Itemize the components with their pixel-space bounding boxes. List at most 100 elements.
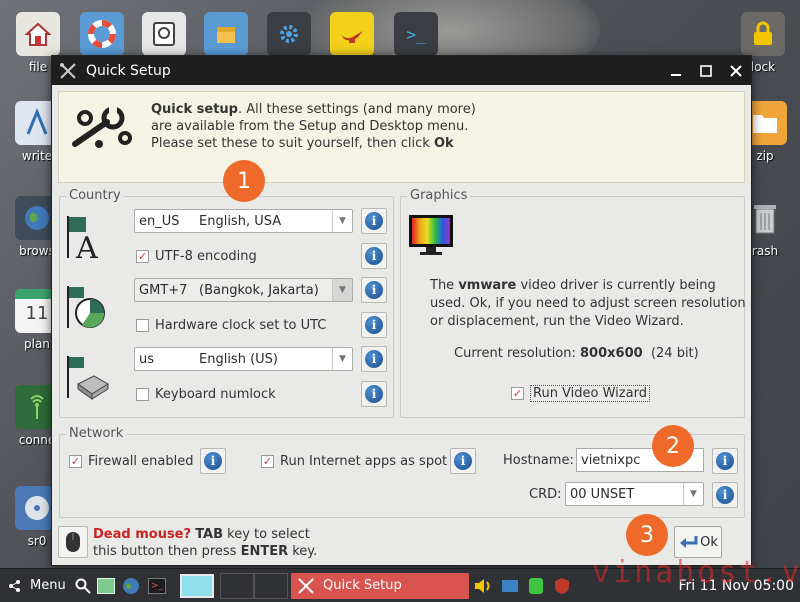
ok-button[interactable]: Ok [674, 526, 722, 558]
intro-panel: Quick setup. All these settings (and man… [58, 91, 745, 183]
storage-button[interactable] [523, 573, 549, 599]
hostname-info-button[interactable]: i [712, 448, 738, 474]
lifebuoy-launcher[interactable] [79, 12, 125, 56]
volume-button[interactable] [469, 573, 497, 599]
lamp-launcher[interactable] [329, 12, 375, 56]
dead-mouse-hint: Dead mouse? TAB key to select this butto… [93, 526, 317, 560]
monitor-icon [408, 214, 454, 255]
annotation-badge-3: 3 [626, 514, 668, 556]
crd-label: CRD: [529, 487, 562, 502]
current-resolution: Current resolution: 800x600 (24 bit) [454, 346, 699, 361]
graphics-legend: Graphics [407, 188, 471, 203]
run-as-spot-label: Run Internet apps as spot [280, 454, 448, 469]
timezone-info-button[interactable]: i [361, 277, 387, 303]
annotation-badge-1: 1 [223, 160, 265, 202]
keyboard-name: English (US) [199, 351, 278, 367]
utf8-checkbox[interactable]: ✓ UTF-8 encoding [136, 249, 257, 264]
run-as-spot-info-button[interactable]: i [450, 448, 476, 474]
hint-line1: key to select [223, 527, 310, 542]
info-icon: i [365, 350, 383, 368]
browser-taskbar-button[interactable] [118, 573, 144, 599]
minimize-button[interactable] [661, 56, 691, 85]
workspace-2[interactable] [220, 572, 254, 599]
terminal-taskbar-button[interactable]: >_ [144, 573, 170, 599]
locale-select[interactable]: en_US English, USA ▼ [134, 209, 353, 233]
tools-icon [298, 577, 314, 594]
info-icon: i [716, 452, 734, 470]
network-status-button[interactable] [497, 573, 523, 599]
hwclock-checkbox-box[interactable] [136, 319, 149, 332]
hwclock-label: Hardware clock set to UTC [155, 318, 327, 333]
settings-launcher[interactable] [266, 12, 312, 56]
close-icon [730, 64, 742, 77]
search-button[interactable] [72, 573, 94, 599]
language-flag-icon: A [64, 214, 110, 266]
hwclock-checkbox[interactable]: Hardware clock set to UTC [136, 318, 326, 333]
timezone-select[interactable]: GMT+7 (Bangkok, Jakarta) ▼ [134, 278, 353, 302]
start-menu-button[interactable]: Menu [0, 573, 72, 599]
enter-key: ENTER [240, 544, 289, 559]
locale-name: English, USA [199, 213, 282, 229]
utf8-info-button[interactable]: i [361, 243, 387, 269]
disk-launcher[interactable] [141, 12, 187, 56]
keyboard-flag-icon [64, 354, 110, 400]
firewall-label: Firewall enabled [88, 454, 194, 469]
chevron-down-icon: ▼ [683, 483, 703, 505]
video-wizard-checkbox-box[interactable]: ✓ [511, 387, 524, 400]
locale-info-button[interactable]: i [361, 208, 387, 234]
terminal-icon: >_ [394, 12, 438, 56]
wrench-icon [71, 104, 135, 154]
mouse-icon [58, 526, 88, 558]
utf8-checkbox-box[interactable]: ✓ [136, 250, 149, 263]
terminal-icon: >_ [148, 577, 166, 594]
annotation-badge-2: 2 [652, 425, 694, 467]
run-as-spot-checkbox[interactable]: ✓ Run Internet apps as spot [261, 454, 447, 469]
numlock-info-button[interactable]: i [361, 381, 387, 407]
hwclock-info-button[interactable]: i [361, 312, 387, 338]
volume-icon [475, 578, 490, 593]
firewall-checkbox-box[interactable]: ✓ [69, 455, 82, 468]
ok-label: Ok [700, 534, 718, 550]
intro-text: Quick setup. All these settings (and man… [151, 101, 481, 152]
video-wizard-checkbox[interactable]: ✓ Run Video Wizard [511, 385, 650, 402]
close-button[interactable] [721, 56, 751, 85]
numlock-checkbox-box[interactable] [136, 388, 149, 401]
intro-bold: Quick setup [151, 102, 238, 117]
firewall-status-button[interactable] [549, 573, 575, 599]
crd-select[interactable]: 00 UNSET ▼ [565, 482, 704, 506]
info-icon: i [365, 247, 383, 265]
keyboard-info-button[interactable]: i [361, 346, 387, 372]
window-titlebar[interactable]: Quick Setup [52, 56, 751, 85]
desktop-show-button[interactable] [94, 573, 118, 599]
network-icon [502, 579, 518, 592]
workspace-1[interactable] [178, 573, 216, 599]
keyboard-select[interactable]: us English (US) ▼ [134, 347, 353, 371]
crd-info-button[interactable]: i [712, 482, 738, 508]
terminal-launcher[interactable]: >_ [393, 12, 439, 56]
keyboard-code: us [139, 351, 155, 367]
workspace-3[interactable] [254, 572, 288, 599]
run-as-spot-checkbox-box[interactable]: ✓ [261, 455, 274, 468]
numlock-checkbox[interactable]: Keyboard numlock [136, 387, 276, 402]
resolution-label: Current resolution: [454, 346, 581, 361]
database-icon [529, 577, 543, 594]
menu-label: Menu [30, 578, 66, 593]
firewall-info-button[interactable]: i [200, 448, 226, 474]
graphics-description: The vmware video driver is currently bei… [430, 277, 750, 331]
timezone-clock-icon [64, 284, 110, 330]
network-legend: Network [66, 426, 127, 441]
hint-line2-post: key. [288, 544, 318, 559]
search-icon [75, 578, 91, 594]
globe-icon [123, 577, 139, 594]
intro-ok: Ok [433, 136, 454, 151]
task-label: Quick Setup [323, 578, 402, 593]
shield-icon [555, 577, 569, 594]
maximize-button[interactable] [691, 56, 721, 85]
enter-arrow-icon [680, 536, 698, 548]
timezone-code: GMT+7 [139, 282, 188, 298]
info-icon: i [365, 281, 383, 299]
task-quick-setup[interactable]: Quick Setup [291, 572, 469, 599]
firewall-checkbox[interactable]: ✓ Firewall enabled [69, 454, 193, 469]
package-launcher[interactable] [203, 12, 249, 56]
info-icon: i [365, 385, 383, 403]
